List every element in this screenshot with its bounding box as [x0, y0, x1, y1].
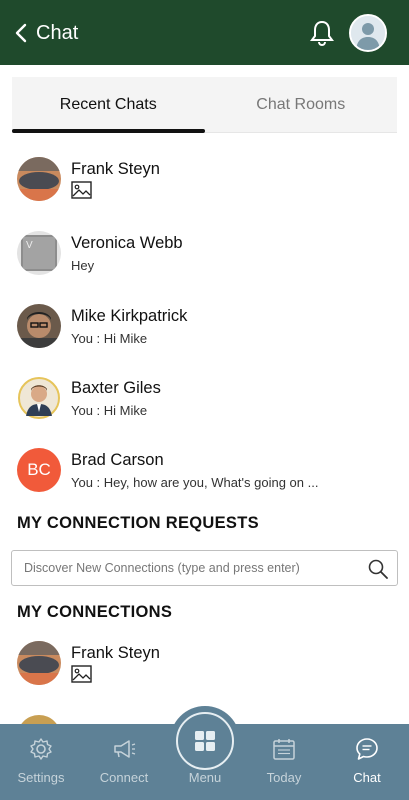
avatar-initials: BC	[27, 460, 51, 479]
discover-connections-search	[11, 550, 398, 586]
calendar-icon	[273, 739, 295, 760]
nav-settings[interactable]: Settings	[0, 724, 82, 800]
connection-item-frank-steyn[interactable]: Frank Steyn	[0, 641, 409, 705]
chat-item-baxter-giles[interactable]: Baxter Giles You : Hi Mike	[0, 376, 409, 440]
nav-today[interactable]: Today	[243, 724, 325, 800]
user-avatar[interactable]	[349, 14, 387, 52]
section-title-connection-requests: MY CONNECTION REQUESTS	[17, 514, 259, 532]
chat-item-veronica-webb[interactable]: V Veronica Webb Hey	[0, 231, 409, 295]
chat-name: Brad Carson	[71, 451, 164, 469]
avatar	[17, 304, 61, 348]
tab-chat-rooms[interactable]: Chat Rooms	[205, 77, 398, 132]
bell-icon[interactable]	[308, 18, 336, 48]
image-icon	[71, 665, 92, 683]
tab-recent-chats[interactable]: Recent Chats	[12, 77, 205, 133]
avatar: V	[17, 231, 61, 275]
connection-name: Frank Steyn	[71, 644, 160, 662]
top-bar: Chat	[0, 0, 409, 65]
nav-chat[interactable]: Chat	[326, 724, 408, 800]
nav-label: Settings	[17, 770, 65, 785]
chat-item-mike-kirkpatrick[interactable]: Mike Kirkpatrick You : Hi Mike	[0, 304, 409, 368]
section-title-connections: MY CONNECTIONS	[17, 603, 173, 621]
chat-tabs: Recent Chats Chat Rooms	[12, 77, 397, 133]
avatar	[17, 376, 61, 420]
initials-avatar: BC	[17, 448, 61, 492]
avatar	[17, 641, 61, 685]
chat-name: Baxter Giles	[71, 379, 161, 397]
nav-connect[interactable]: Connect	[83, 724, 165, 800]
chat-last-message: You : Hi Mike	[71, 331, 148, 346]
chat-last-message: You : Hi Mike	[71, 403, 148, 418]
megaphone-icon	[114, 740, 136, 758]
chat-icon	[356, 738, 378, 760]
chevron-left-icon	[15, 23, 27, 43]
svg-text:V: V	[26, 240, 33, 251]
chat-name: Frank Steyn	[71, 160, 160, 178]
back-button[interactable]: Chat	[14, 18, 94, 48]
search-icon[interactable]	[367, 558, 389, 580]
gear-icon	[30, 738, 52, 760]
chat-last-message: You : Hey, how are you, What's going on …	[71, 475, 319, 490]
nav-label: Menu	[188, 770, 222, 785]
chat-item-frank-steyn[interactable]: Frank Steyn	[0, 157, 409, 221]
nav-menu[interactable]: Menu	[164, 724, 246, 800]
person-icon	[351, 16, 385, 50]
nav-label: Connect	[99, 770, 149, 785]
search-input[interactable]	[24, 557, 354, 579]
chat-item-brad-carson[interactable]: BC Brad Carson You : Hey, how are you, W…	[0, 448, 409, 512]
nav-label: Today	[266, 770, 302, 785]
chat-name: Mike Kirkpatrick	[71, 307, 188, 325]
page-title: Chat	[36, 21, 79, 44]
nav-label: Chat	[353, 770, 381, 785]
chat-name: Veronica Webb	[71, 234, 183, 252]
chat-last-message: Hey	[71, 258, 95, 273]
image-icon	[71, 181, 92, 199]
avatar	[17, 157, 61, 201]
